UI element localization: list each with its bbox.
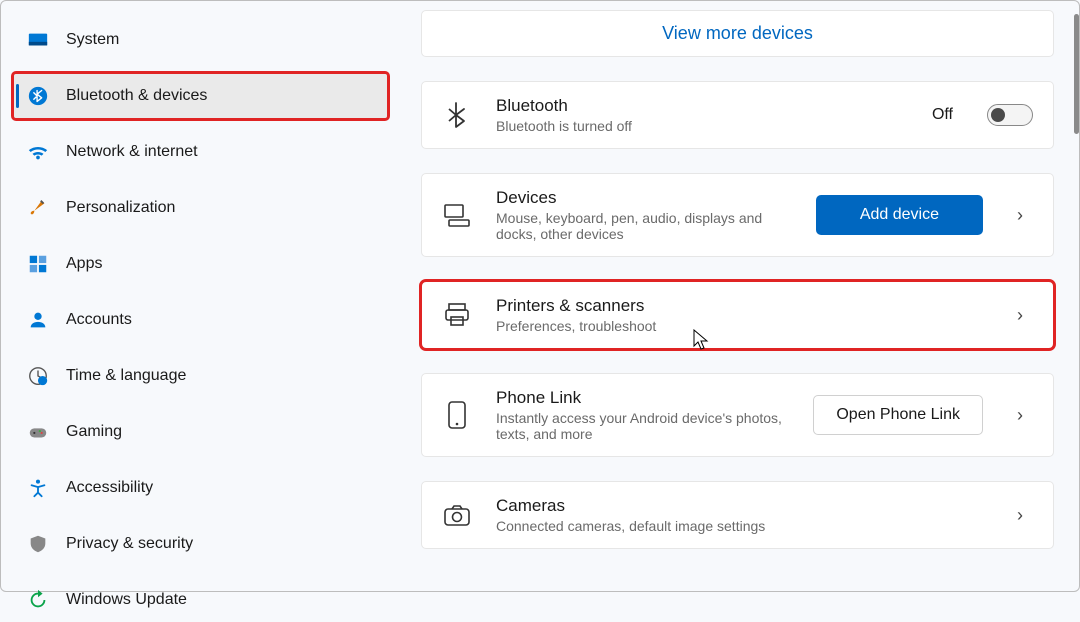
accessibility-icon [26, 476, 50, 500]
devices-icon [442, 200, 472, 230]
printers-scanners-card[interactable]: Printers & scanners Preferences, trouble… [421, 281, 1054, 349]
open-phone-link-button[interactable]: Open Phone Link [813, 395, 983, 435]
sidebar-item-label: Apps [66, 255, 102, 273]
settings-sidebar: System Bluetooth & devices Network & int… [0, 0, 395, 592]
scrollbar[interactable] [1072, 0, 1080, 592]
sidebar-item-accounts[interactable]: Accounts [14, 298, 387, 342]
chevron-right-icon: › [1007, 205, 1033, 226]
sidebar-item-system[interactable]: System [14, 18, 387, 62]
bluetooth-title: Bluetooth [496, 96, 908, 116]
sidebar-item-time-language[interactable]: Time & language [14, 354, 387, 398]
sidebar-item-bluetooth-devices[interactable]: Bluetooth & devices [14, 74, 387, 118]
bluetooth-icon [442, 100, 472, 130]
phone-link-subtitle: Instantly access your Android device's p… [496, 410, 789, 442]
sidebar-item-label: System [66, 31, 119, 49]
sidebar-item-label: Bluetooth & devices [66, 87, 207, 105]
sidebar-item-apps[interactable]: Apps [14, 242, 387, 286]
bluetooth-state-label: Off [932, 106, 953, 124]
bluetooth-subtitle: Bluetooth is turned off [496, 118, 806, 134]
view-more-devices-bar[interactable]: View more devices [421, 10, 1054, 57]
printers-title: Printers & scanners [496, 296, 983, 316]
chevron-right-icon: › [1007, 305, 1033, 326]
apps-icon [26, 252, 50, 276]
sidebar-item-accessibility[interactable]: Accessibility [14, 466, 387, 510]
cameras-subtitle: Connected cameras, default image setting… [496, 518, 806, 534]
bluetooth-card[interactable]: Bluetooth Bluetooth is turned off Off [421, 81, 1054, 149]
clock-globe-icon [26, 364, 50, 388]
chevron-right-icon: › [1007, 405, 1033, 426]
sidebar-item-privacy[interactable]: Privacy & security [14, 522, 387, 566]
sidebar-item-gaming[interactable]: Gaming [14, 410, 387, 454]
add-device-button[interactable]: Add device [816, 195, 983, 235]
cameras-card[interactable]: Cameras Connected cameras, default image… [421, 481, 1054, 549]
bluetooth-icon [26, 84, 50, 108]
bluetooth-toggle[interactable] [987, 104, 1033, 126]
camera-icon [442, 500, 472, 530]
devices-title: Devices [496, 188, 792, 208]
view-more-devices-link[interactable]: View more devices [662, 23, 813, 43]
sidebar-item-label: Privacy & security [66, 535, 193, 553]
system-icon [26, 28, 50, 52]
sidebar-item-label: Time & language [66, 367, 186, 385]
scrollbar-thumb[interactable] [1074, 14, 1079, 134]
gamepad-icon [26, 420, 50, 444]
printer-icon [442, 300, 472, 330]
sidebar-item-personalization[interactable]: Personalization [14, 186, 387, 230]
phone-icon [442, 400, 472, 430]
phone-link-title: Phone Link [496, 388, 789, 408]
wifi-icon [26, 140, 50, 164]
sidebar-item-label: Accounts [66, 311, 132, 329]
sidebar-item-label: Network & internet [66, 143, 198, 161]
accounts-icon [26, 308, 50, 332]
devices-subtitle: Mouse, keyboard, pen, audio, displays an… [496, 210, 792, 242]
sidebar-item-label: Windows Update [66, 591, 187, 609]
cameras-title: Cameras [496, 496, 983, 516]
printers-subtitle: Preferences, troubleshoot [496, 318, 806, 334]
settings-main: View more devices Bluetooth Bluetooth is… [395, 0, 1080, 592]
chevron-right-icon: › [1007, 505, 1033, 526]
phone-link-card[interactable]: Phone Link Instantly access your Android… [421, 373, 1054, 457]
devices-card[interactable]: Devices Mouse, keyboard, pen, audio, dis… [421, 173, 1054, 257]
shield-icon [26, 532, 50, 556]
sidebar-item-network[interactable]: Network & internet [14, 130, 387, 174]
sidebar-item-label: Gaming [66, 423, 122, 441]
sidebar-item-windows-update[interactable]: Windows Update [14, 578, 387, 622]
sidebar-item-label: Personalization [66, 199, 175, 217]
paintbrush-icon [26, 196, 50, 220]
sidebar-item-label: Accessibility [66, 479, 153, 497]
